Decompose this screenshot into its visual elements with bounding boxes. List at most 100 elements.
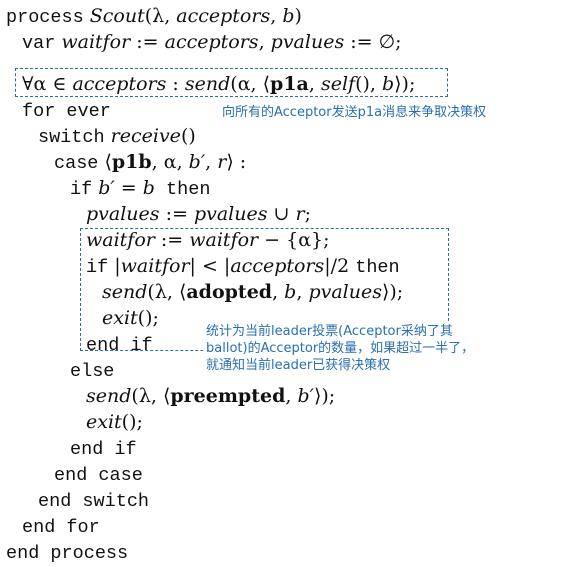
token: send — [184, 73, 231, 95]
token: pvalues — [308, 281, 382, 303]
token: acceptors — [164, 31, 259, 53]
token: := ∅; — [344, 31, 402, 53]
keyword-case: case — [54, 153, 99, 174]
token: := — [130, 31, 165, 53]
token: ⟩); — [313, 385, 336, 407]
code-line-process-header: process Scout(λ, acceptors, b) — [6, 4, 302, 28]
keyword-end-if: end if — [70, 439, 137, 460]
token: , — [296, 281, 309, 303]
token: ⟩ : — [226, 151, 247, 173]
code-line-pvalues-union: pvalues := pvalues ∪ r; — [86, 202, 311, 226]
token: () — [180, 125, 196, 147]
code-line-end-if-outer: end if — [70, 436, 137, 460]
annotation-majority-line-3: 就通知当前leader已获得决策权 — [206, 358, 391, 373]
token: (λ, — [144, 5, 177, 27]
token: = — [114, 177, 143, 199]
keyword-switch: switch — [38, 127, 105, 148]
code-line-for-ever: for ever — [22, 98, 111, 122]
token: p1b — [111, 151, 152, 173]
keyword-var: var — [22, 33, 56, 54]
code-line-end-for: end for — [22, 514, 100, 538]
code-line-if-majority: if |waitfor| < |acceptors|/2 then — [86, 254, 400, 278]
code-line-end-case: end case — [54, 462, 143, 486]
token: , α, — [151, 151, 189, 173]
token: ∀α ∈ — [22, 73, 73, 95]
keyword-end-process: end process — [6, 543, 129, 564]
token: waitfor — [189, 229, 259, 251]
keyword-for-ever: for ever — [22, 101, 111, 122]
token: receive — [104, 125, 181, 147]
token: : — [166, 73, 185, 95]
code-line-case-p1b: case ⟨p1b, α, b′, r⟩ : — [54, 150, 246, 174]
code-line-switch: switch receive() — [38, 124, 196, 148]
token: (λ, ⟨ — [131, 385, 171, 407]
token: ) — [294, 5, 302, 27]
token: pvalues — [270, 31, 345, 53]
annotation-send-p1a: 向所有的Acceptor发送p1a消息来争取决策权 — [222, 104, 487, 121]
token: (); — [137, 307, 159, 329]
keyword-end-if: end if — [86, 335, 153, 356]
token: , — [272, 281, 285, 303]
keyword-end-for: end for — [22, 517, 100, 538]
token: − {α}; — [258, 229, 330, 251]
token: ⟩); — [394, 73, 416, 95]
code-line-end-switch: end switch — [38, 488, 149, 512]
token: preempted — [170, 385, 286, 407]
keyword-process: process — [6, 7, 84, 28]
keyword-end-case: end case — [54, 465, 143, 486]
code-line-end-if-inner: end if — [86, 332, 153, 356]
annotation-majority-line-2: ballot)的Acceptor的数量，如果超过一半了， — [206, 341, 475, 356]
token: self — [320, 73, 356, 95]
token: := — [154, 229, 190, 251]
keyword-end-switch: end switch — [38, 491, 150, 512]
token: := — [159, 203, 194, 225]
token: , — [205, 151, 218, 173]
token: exit — [86, 411, 122, 433]
token: b′ — [188, 151, 206, 173]
token: b — [381, 73, 395, 95]
annotation-majority: 统计为当前leader投票(Acceptor采纳了其 ballot)的Accep… — [203, 322, 478, 375]
token: (λ, ⟨ — [147, 281, 187, 303]
token: waitfor — [86, 229, 155, 251]
token: exit — [102, 307, 138, 329]
token: b′ — [297, 385, 314, 407]
code-line-send-p1a: ∀α ∈ acceptors : send(α, ⟨p1a, self(), b… — [22, 72, 415, 96]
token: pvalues — [193, 203, 268, 225]
annotation-majority-line-1: 统计为当前leader投票(Acceptor采纳了其 — [206, 324, 453, 339]
token: b′ — [92, 177, 115, 199]
token: acceptors — [176, 5, 271, 27]
code-line-exit: exit(); — [102, 306, 159, 330]
token: , — [308, 73, 321, 95]
token: r — [295, 203, 305, 225]
keyword-then: then — [154, 179, 211, 200]
token: r — [217, 151, 227, 173]
token: acceptors — [72, 73, 167, 95]
token: waitfor — [55, 31, 131, 53]
code-line-exit-2: exit(); — [86, 410, 143, 434]
keyword-if: if — [70, 179, 93, 200]
token: |/2 — [324, 255, 356, 277]
token: pvalues — [86, 203, 160, 225]
token: ∪ — [267, 203, 296, 225]
token: ⟨ — [98, 151, 112, 173]
token: send — [86, 385, 132, 407]
code-line-waitfor-remove: waitfor := waitfor − {α}; — [86, 228, 330, 252]
token: (); — [121, 411, 143, 433]
token: (α, ⟨ — [230, 73, 271, 95]
code-line-else: else — [70, 358, 114, 382]
token: b — [282, 5, 295, 27]
token: b — [142, 177, 155, 199]
token: waitfor — [120, 255, 190, 277]
token: (), — [355, 73, 382, 95]
code-line-end-process: end process — [6, 540, 128, 564]
token: send — [102, 281, 148, 303]
token: | < | — [189, 255, 231, 277]
token: , — [270, 5, 283, 27]
token: adopted — [186, 281, 273, 303]
code-line-var-decl: var waitfor := acceptors, pvalues := ∅; — [22, 30, 402, 54]
token: ; — [304, 203, 311, 225]
token: | — [108, 255, 121, 277]
code-line-send-preempted: send(λ, ⟨preempted, b′⟩); — [86, 384, 335, 408]
token: ⟩); — [381, 281, 404, 303]
keyword-if: if — [86, 257, 109, 278]
